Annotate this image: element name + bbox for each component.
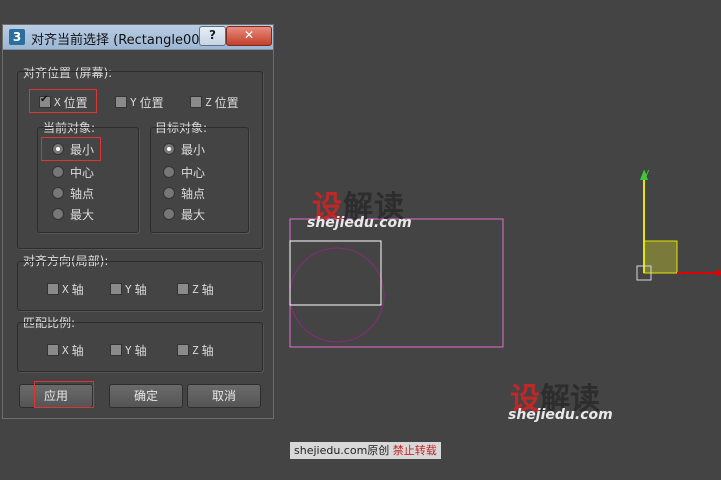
footer-text: 原创 [367, 444, 390, 457]
gizmo-y-label: y [643, 166, 650, 179]
circle-object[interactable] [289, 247, 385, 343]
footer-warning: 禁止转载 [392, 444, 437, 457]
gizmo-x-arrow-icon [715, 270, 721, 276]
footer-site: shejiedu.com [294, 444, 368, 457]
selection-bounds[interactable] [289, 218, 504, 348]
watermark-url: shejiedu.com [307, 215, 412, 231]
rectangle-object[interactable] [289, 240, 382, 306]
watermark-url-2: shejiedu.com [508, 407, 613, 423]
viewport-scene: y [289, 166, 721, 348]
gizmo-xy-plane-icon[interactable] [643, 240, 678, 274]
footer-credit: shejiedu.com原创 禁止转载 [290, 442, 441, 459]
